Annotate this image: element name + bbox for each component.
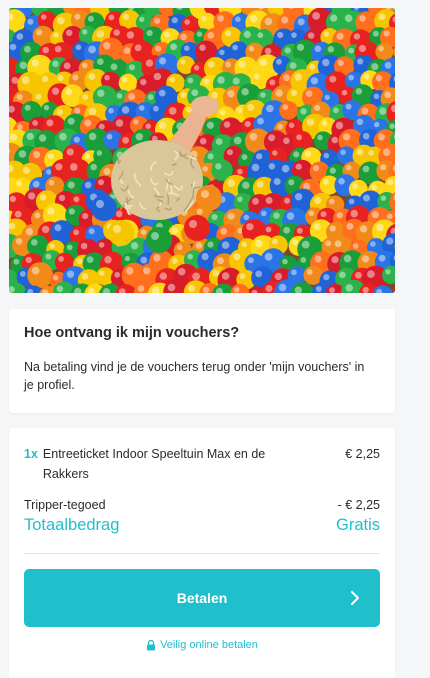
total-value: Gratis bbox=[335, 516, 380, 534]
pay-button[interactable]: Betalen bbox=[24, 569, 380, 627]
ball-pit-photo bbox=[9, 8, 395, 293]
credit-label: Tripper-tegoed bbox=[24, 498, 106, 512]
secure-label: Veilig online betalen bbox=[160, 639, 258, 651]
credit-value: - € 2,25 bbox=[337, 498, 380, 512]
hero-image bbox=[9, 8, 395, 293]
credit-row: Tripper-tegoed - € 2,25 bbox=[24, 496, 380, 514]
order-summary-card: 1x Entreeticket Indoor Speeltuin Max en … bbox=[9, 428, 395, 678]
info-title: Hoe ontvang ik mijn vouchers? bbox=[24, 325, 240, 341]
secure-payment-note: Veilig online betalen bbox=[24, 639, 380, 651]
item-price: € 2,25 bbox=[345, 447, 380, 461]
total-row: Totaalbedrag Gratis bbox=[24, 514, 380, 536]
lock-icon bbox=[147, 639, 156, 650]
checkout-page: Hoe ontvang ik mijn vouchers? Na betalin… bbox=[0, 0, 430, 678]
item-name: Entreeticket Indoor Speeltuin Max en de … bbox=[42, 447, 266, 481]
divider bbox=[24, 553, 380, 554]
chevron-right-icon bbox=[351, 591, 359, 605]
pay-button-label: Betalen bbox=[176, 590, 228, 606]
info-text: Na betaling vind je de vouchers terug on… bbox=[24, 360, 365, 392]
total-label: Totaalbedrag bbox=[24, 516, 120, 534]
item-quantity: 1x bbox=[24, 447, 38, 461]
order-item-row: 1x Entreeticket Indoor Speeltuin Max en … bbox=[24, 444, 380, 484]
voucher-info-card: Hoe ontvang ik mijn vouchers? Na betalin… bbox=[9, 309, 395, 413]
